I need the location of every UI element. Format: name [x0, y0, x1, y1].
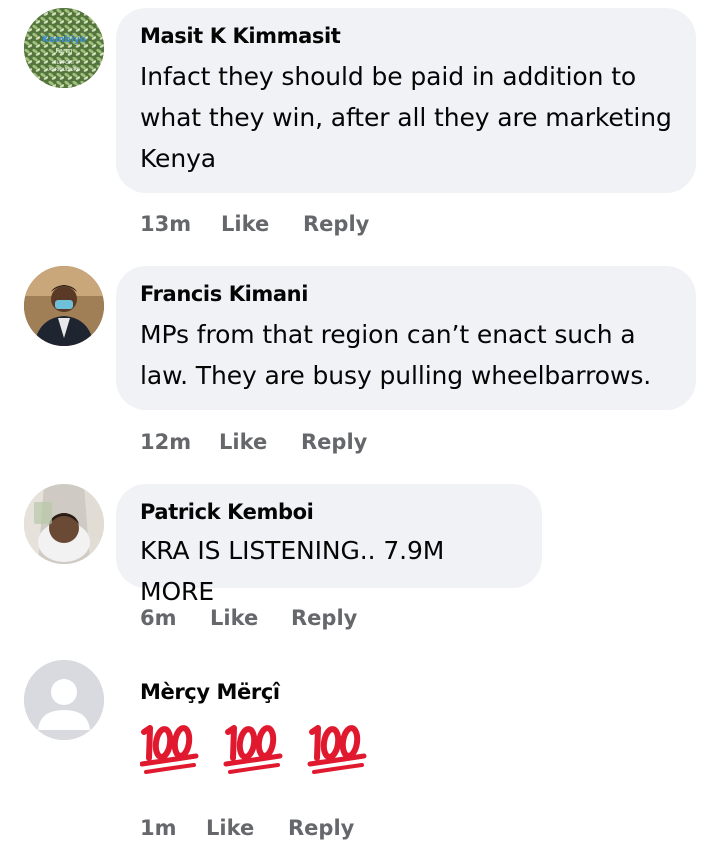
- comment-time[interactable]: 1m: [140, 814, 177, 842]
- svg-text:Kambiyo: Kambiyo: [42, 35, 86, 45]
- comment: Patrick Kemboi KRA IS LISTENING.. 7.9M M…: [0, 478, 720, 648]
- comment: Mèrçy Mërçî 1m Like Reply: [0, 656, 720, 848]
- comment-author[interactable]: Francis Kimani: [140, 280, 672, 308]
- comment-author[interactable]: Patrick Kemboi: [140, 498, 518, 526]
- comment-text: KRA IS LISTENING.. 7.9M MORE: [140, 536, 445, 606]
- comment-time[interactable]: 13m: [140, 210, 191, 238]
- comment-author[interactable]: Masit K Kimmasit: [140, 22, 672, 50]
- farm-logo-icon: Kambiyo Farm SUPPORT AGRICULTURE: [24, 8, 104, 88]
- avatar[interactable]: Kambiyo Farm SUPPORT AGRICULTURE: [24, 8, 104, 88]
- svg-text:AGRICULTURE: AGRICULTURE: [48, 67, 79, 73]
- comment-bubble: Patrick Kemboi KRA IS LISTENING.. 7.9M M…: [116, 484, 542, 606]
- reply-button[interactable]: Reply: [291, 604, 357, 632]
- hundred-points-emoji: [139, 718, 380, 778]
- default-avatar-icon: [24, 660, 104, 740]
- avatar[interactable]: [24, 660, 104, 740]
- avatar[interactable]: [24, 484, 104, 564]
- like-button[interactable]: Like: [210, 604, 258, 632]
- person-photo-icon: [24, 484, 104, 564]
- svg-text:SUPPORT: SUPPORT: [54, 60, 75, 66]
- emoji-reaction-row: [139, 718, 380, 782]
- comment-bubble: Francis Kimani MPs from that region can’…: [116, 266, 696, 410]
- comment-time[interactable]: 6m: [140, 604, 177, 632]
- comment: Francis Kimani MPs from that region can’…: [0, 260, 720, 470]
- like-button[interactable]: Like: [219, 428, 267, 456]
- comment: Kambiyo Farm SUPPORT AGRICULTURE Masit K…: [0, 0, 720, 250]
- comment-text: Infact they should be paid in addition t…: [140, 62, 672, 173]
- svg-text:Farm: Farm: [55, 47, 72, 55]
- comment-time[interactable]: 12m: [140, 428, 191, 456]
- like-button[interactable]: Like: [206, 814, 254, 842]
- person-photo-icon: [24, 266, 104, 346]
- comment-text: MPs from that region can’t enact such a …: [140, 320, 652, 390]
- avatar[interactable]: [24, 266, 104, 346]
- like-button[interactable]: Like: [221, 210, 269, 238]
- comment-bubble: Masit K Kimmasit Infact they should be p…: [116, 8, 696, 193]
- reply-button[interactable]: Reply: [288, 814, 354, 842]
- comment-author[interactable]: Mèrçy Mërçî: [140, 678, 280, 706]
- reply-button[interactable]: Reply: [301, 428, 367, 456]
- reply-button[interactable]: Reply: [303, 210, 369, 238]
